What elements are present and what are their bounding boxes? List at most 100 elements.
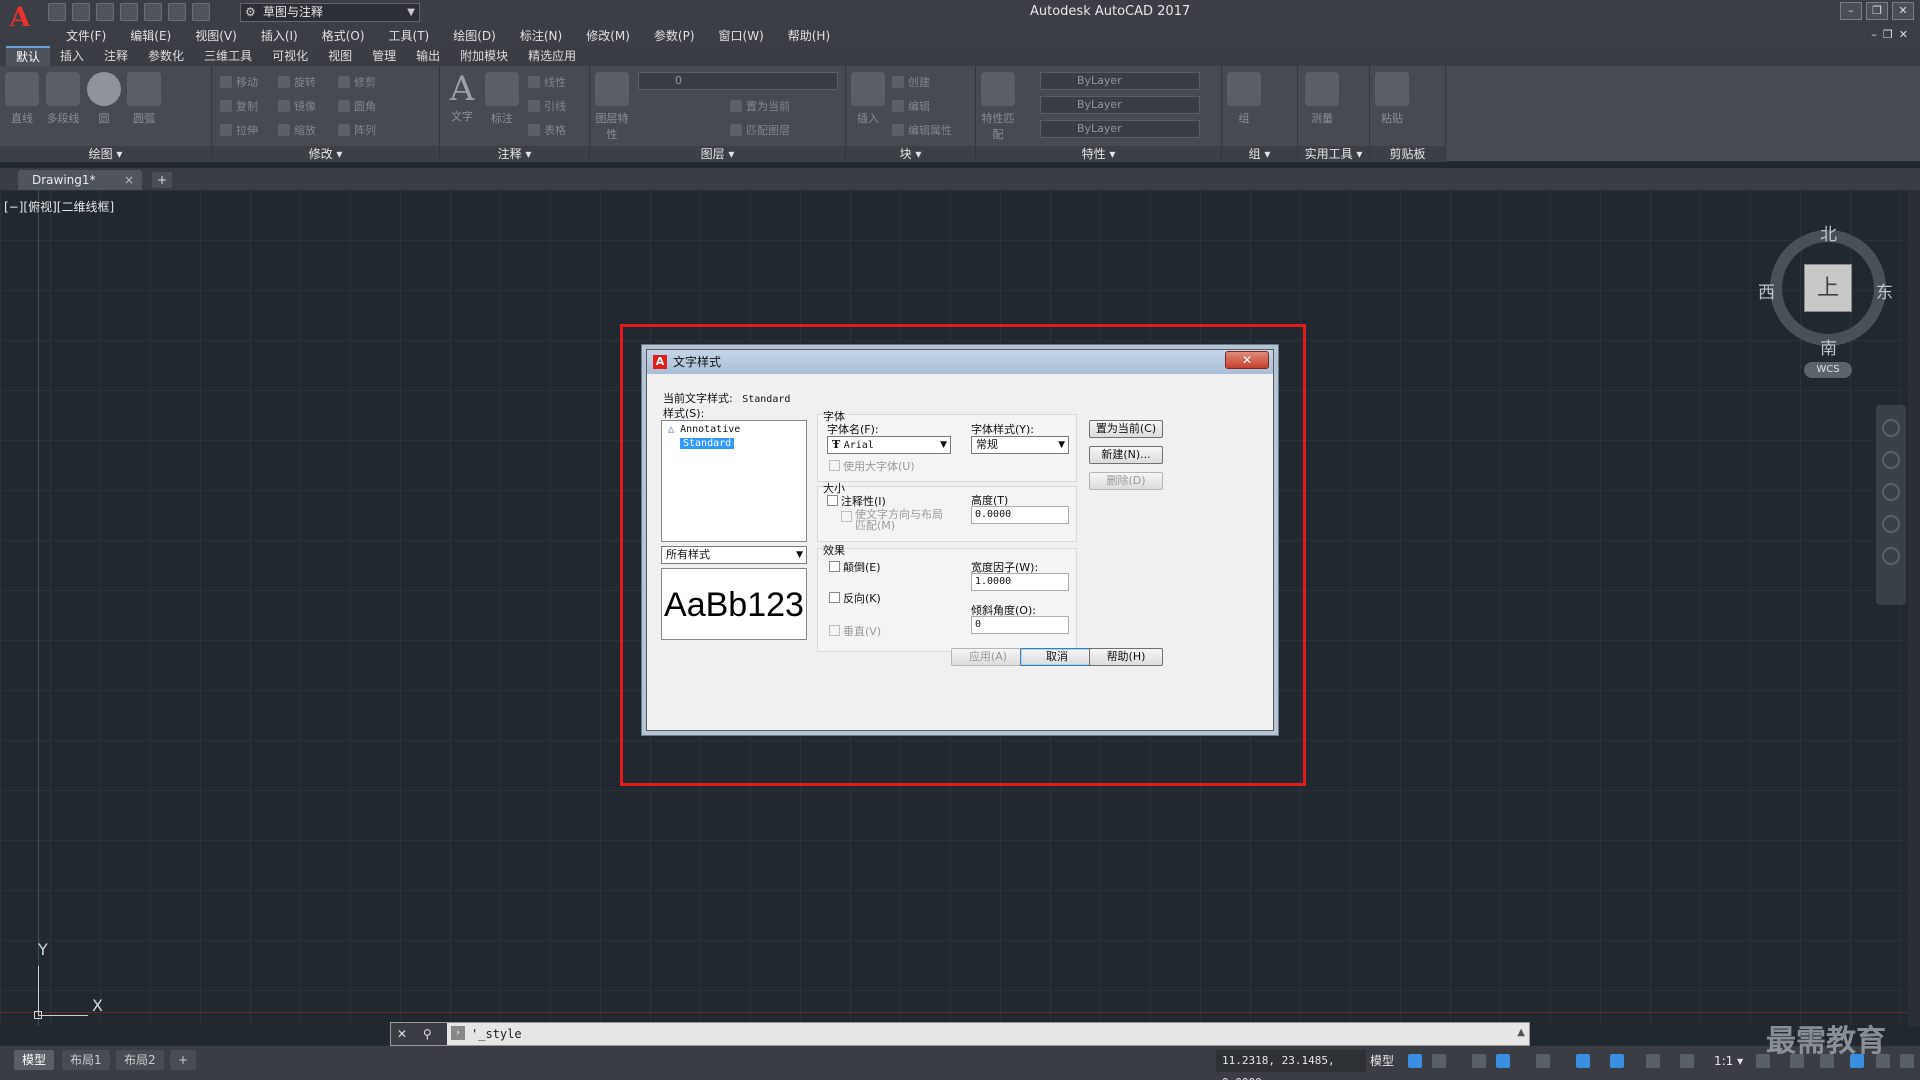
menu-window[interactable]: 窗口(W) bbox=[707, 26, 776, 46]
zoom-icon[interactable] bbox=[1882, 483, 1900, 501]
help-button[interactable]: 帮助(H) bbox=[1089, 648, 1163, 666]
height-input[interactable]: 0.0000 bbox=[971, 506, 1069, 524]
compass-east[interactable]: 东 bbox=[1876, 278, 1893, 303]
list-item[interactable]: △ Annotative bbox=[668, 424, 740, 435]
viewcube[interactable]: 上 北 南 东 西 bbox=[1758, 220, 1896, 359]
close-icon[interactable]: × bbox=[124, 170, 134, 190]
tab-parametric[interactable]: 参数化 bbox=[138, 46, 194, 66]
tab-insert[interactable]: 插入 bbox=[50, 46, 94, 66]
new-style-button[interactable]: 新建(N)... bbox=[1089, 446, 1163, 464]
cancel-button[interactable]: 取消 bbox=[1020, 648, 1094, 666]
linear-button[interactable]: 线性 bbox=[528, 74, 566, 90]
menu-modify[interactable]: 修改(M) bbox=[574, 26, 642, 46]
close-window-button[interactable]: ✕ bbox=[1892, 2, 1914, 20]
showmotion-icon[interactable] bbox=[1882, 547, 1900, 565]
tab-manage[interactable]: 管理 bbox=[362, 46, 406, 66]
tab-featured-apps[interactable]: 精选应用 bbox=[518, 46, 586, 66]
stretch-button[interactable]: 拉伸 bbox=[220, 122, 258, 138]
menu-draw[interactable]: 绘图(D) bbox=[441, 26, 508, 46]
snap-icon[interactable] bbox=[1432, 1054, 1446, 1068]
model-space-button[interactable]: 模型 bbox=[1370, 1050, 1394, 1072]
new-tab-button[interactable]: + bbox=[152, 172, 172, 188]
tab-layout2[interactable]: 布局2 bbox=[116, 1050, 164, 1070]
vertical-checkbox[interactable] bbox=[829, 625, 840, 636]
delete-style-button[interactable]: 删除(D) bbox=[1089, 472, 1163, 490]
grid-icon[interactable] bbox=[1408, 1054, 1422, 1068]
command-prompt-icon[interactable]: › bbox=[451, 1026, 465, 1040]
copy-button[interactable]: 复制 bbox=[220, 98, 258, 114]
insert-block-button[interactable]: 插入 bbox=[850, 72, 886, 126]
styles-list[interactable]: △ Annotative Standard bbox=[661, 420, 807, 542]
edit-attributes-button[interactable]: 编辑属性 bbox=[892, 122, 952, 138]
panel-draw-title[interactable]: 绘图 ▾ bbox=[0, 146, 211, 162]
rotate-button[interactable]: 旋转 bbox=[278, 74, 316, 90]
width-factor-input[interactable]: 1.0000 bbox=[971, 573, 1069, 591]
minimize-button[interactable]: – bbox=[1840, 2, 1862, 20]
match-layer-button[interactable]: 匹配图层 bbox=[730, 122, 790, 138]
list-item[interactable]: Standard bbox=[680, 438, 735, 449]
dimension-button[interactable]: 标注 bbox=[484, 72, 520, 126]
tab-3d-tools[interactable]: 三维工具 bbox=[194, 46, 262, 66]
command-input[interactable]: '_style bbox=[471, 1023, 522, 1045]
panel-modify-title[interactable]: 修改 ▾ bbox=[212, 146, 439, 162]
workspace-select[interactable]: ⚙ 草图与注释 ▼ bbox=[240, 3, 420, 22]
make-current-button[interactable]: 置为当前 bbox=[730, 98, 790, 114]
color-select[interactable]: ByLayer bbox=[1040, 72, 1200, 90]
compass-west[interactable]: 西 bbox=[1758, 278, 1775, 303]
viewport-controls[interactable]: [−][俯视][二维线框] bbox=[4, 198, 114, 215]
oblique-angle-input[interactable]: 0 bbox=[971, 616, 1069, 634]
panel-annotation-title[interactable]: 注释 ▾ bbox=[440, 146, 589, 162]
add-layout-button[interactable]: + bbox=[170, 1050, 197, 1070]
tab-annotate[interactable]: 注释 bbox=[94, 46, 138, 66]
trim-button[interactable]: 修剪 bbox=[338, 74, 376, 90]
style-filter-select[interactable]: 所有样式 ▼ bbox=[661, 546, 807, 564]
panel-layers-title[interactable]: 图层 ▾ bbox=[590, 146, 845, 162]
polar-icon[interactable] bbox=[1496, 1054, 1510, 1068]
coordinates-readout[interactable]: 11.2318, 23.1485, 0.0000 bbox=[1216, 1050, 1366, 1080]
print-icon[interactable] bbox=[144, 3, 162, 21]
apply-button[interactable]: 应用(A) bbox=[951, 648, 1025, 666]
save-icon[interactable] bbox=[96, 3, 114, 21]
menu-view[interactable]: 视图(V) bbox=[183, 26, 249, 46]
array-button[interactable]: 阵列 bbox=[338, 122, 376, 138]
mirror-button[interactable]: 镜像 bbox=[278, 98, 316, 114]
pan-icon[interactable] bbox=[1882, 451, 1900, 469]
paste-button[interactable]: 粘贴 bbox=[1374, 72, 1410, 126]
tab-drawing1[interactable]: Drawing1* × bbox=[18, 170, 142, 190]
vertical-scrollbar[interactable] bbox=[1908, 190, 1920, 1026]
auto-scale-icon[interactable] bbox=[1646, 1054, 1660, 1068]
tab-view[interactable]: 视图 bbox=[318, 46, 362, 66]
fillet-button[interactable]: 圆角 bbox=[338, 98, 376, 114]
annotation-scale-select[interactable]: 1:1 ▾ bbox=[1714, 1050, 1743, 1072]
lineweight-select[interactable]: ByLayer bbox=[1040, 120, 1200, 138]
create-block-button[interactable]: 创建 bbox=[892, 74, 930, 90]
menu-format[interactable]: 格式(O) bbox=[310, 26, 377, 46]
layer-properties-button[interactable]: 图层特性 bbox=[594, 72, 630, 142]
undo-icon[interactable] bbox=[168, 3, 186, 21]
command-line[interactable]: ✕ ⚲ › '_style ▲ bbox=[390, 1022, 1530, 1046]
tab-addins[interactable]: 附加模块 bbox=[450, 46, 518, 66]
group-button[interactable]: 组 bbox=[1226, 72, 1262, 126]
menu-insert[interactable]: 插入(I) bbox=[249, 26, 310, 46]
redo-icon[interactable] bbox=[192, 3, 210, 21]
move-button[interactable]: 移动 bbox=[220, 74, 258, 90]
scale-button[interactable]: 缩放 bbox=[278, 122, 316, 138]
menu-parametric[interactable]: 参数(P) bbox=[642, 26, 707, 46]
tab-default[interactable]: 默认 bbox=[6, 46, 51, 66]
restore-button[interactable]: ❐ bbox=[1866, 2, 1888, 20]
panel-utilities-title[interactable]: 实用工具 ▾ bbox=[1298, 146, 1369, 162]
new-file-icon[interactable] bbox=[48, 3, 66, 21]
panel-properties-title[interactable]: 特性 ▾ bbox=[976, 146, 1221, 162]
polyline-button[interactable]: 多段线 bbox=[42, 72, 84, 126]
big-font-checkbox[interactable] bbox=[829, 460, 840, 471]
steering-wheel-icon[interactable] bbox=[1882, 419, 1900, 437]
viewcube-top-face[interactable]: 上 bbox=[1804, 264, 1852, 312]
save-as-icon[interactable] bbox=[120, 3, 138, 21]
circle-button[interactable]: 圆 bbox=[86, 72, 122, 126]
leader-button[interactable]: 引线 bbox=[528, 98, 566, 114]
dialog-close-button[interactable]: ✕ bbox=[1225, 351, 1269, 369]
orbit-icon[interactable] bbox=[1882, 515, 1900, 533]
dialog-title-bar[interactable]: A 文字样式 ✕ bbox=[647, 350, 1273, 374]
linetype-select[interactable]: ByLayer bbox=[1040, 96, 1200, 114]
menu-edit[interactable]: 编辑(E) bbox=[118, 26, 183, 46]
